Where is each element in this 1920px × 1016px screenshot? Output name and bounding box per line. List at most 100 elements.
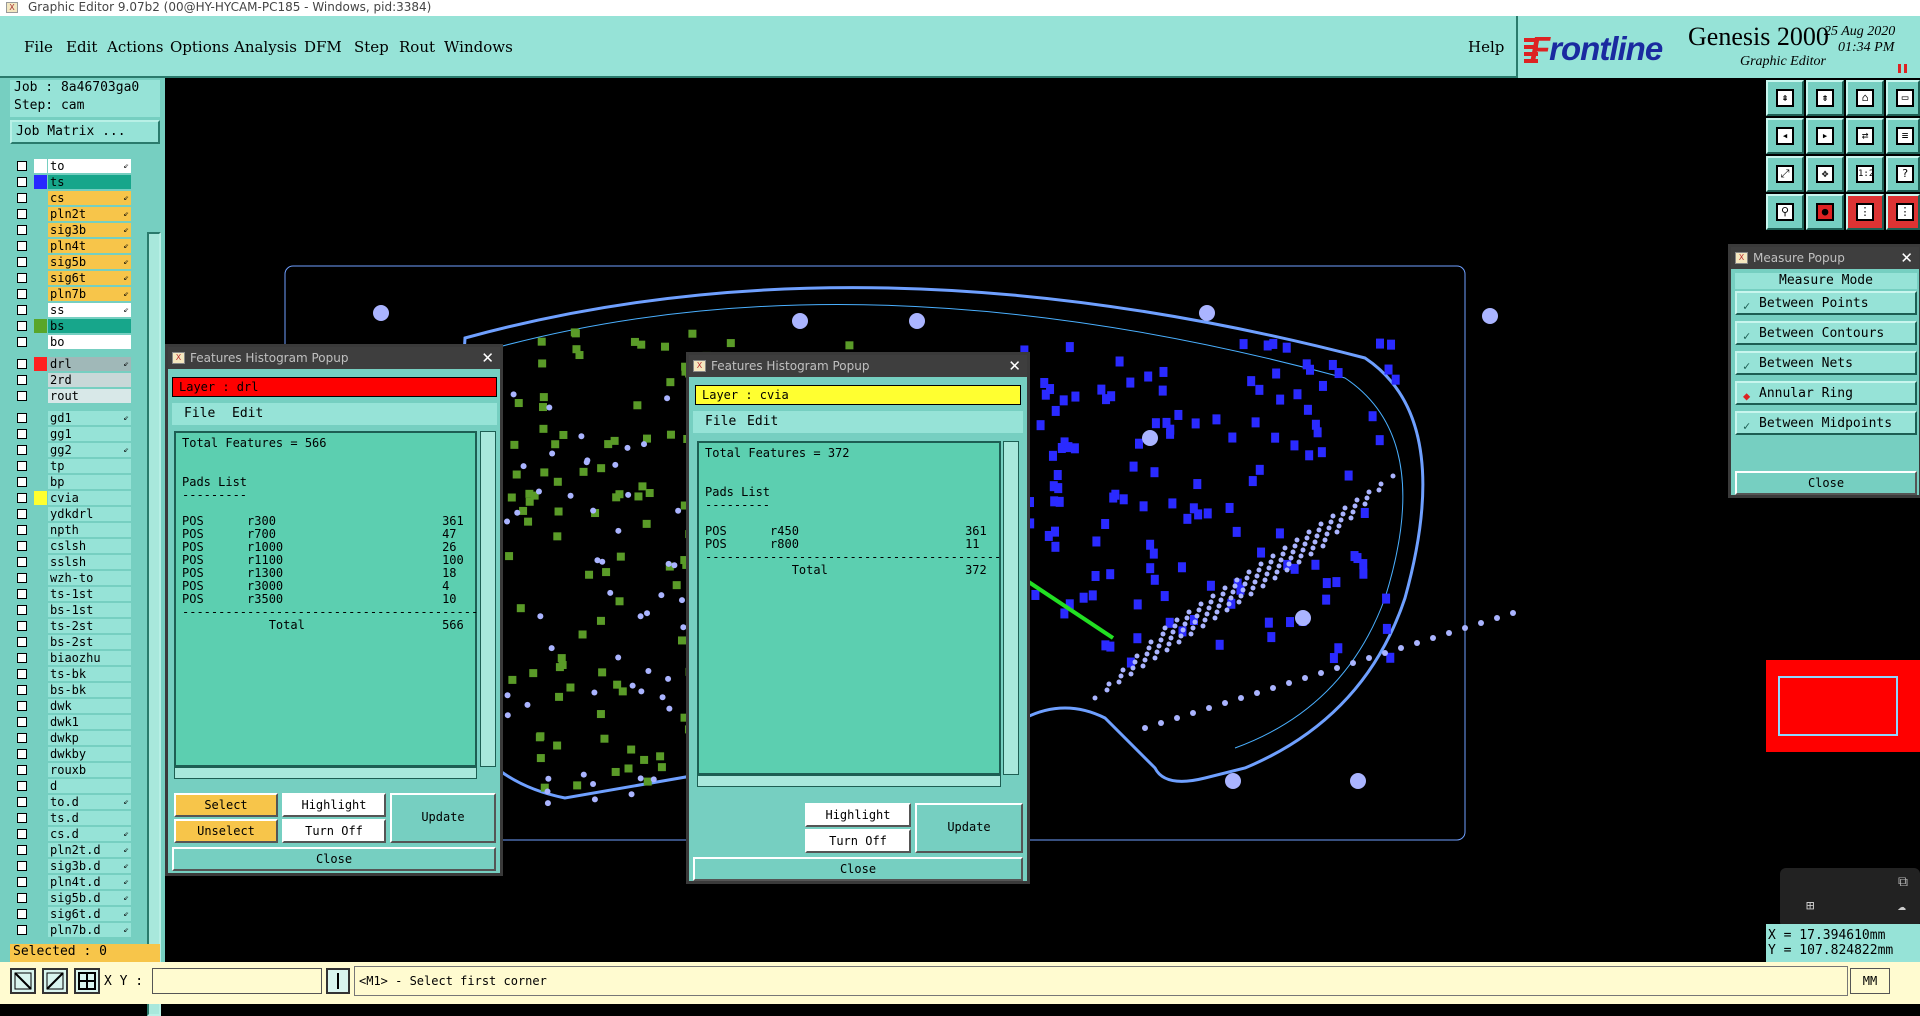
layer-checkbox[interactable] (17, 375, 27, 385)
tool-list-button[interactable]: ≡ (1886, 118, 1920, 154)
layer-color-swatch[interactable] (34, 587, 47, 601)
layer-color-swatch[interactable] (34, 475, 47, 489)
layer-row[interactable]: bs-1st (10, 602, 145, 618)
measure-mode-option[interactable]: ✓ Between Midpoints (1735, 411, 1917, 435)
layer-row[interactable]: biaozhu (10, 650, 145, 666)
layer-row[interactable]: bo (10, 334, 145, 350)
layer-color-swatch[interactable] (34, 891, 47, 905)
layer-row[interactable]: d (10, 778, 145, 794)
layer-row[interactable]: tp (10, 458, 145, 474)
popup-titlebar[interactable]: X Features Histogram Popup ✕ (689, 355, 1027, 377)
turn-off-button[interactable]: Turn Off (282, 819, 386, 843)
text-hscroll[interactable] (697, 775, 1001, 787)
layer-color-swatch[interactable] (34, 523, 47, 537)
layer-row[interactable]: dwk1 (10, 714, 145, 730)
select-button[interactable]: Select (174, 793, 278, 817)
layer-checkbox[interactable] (17, 525, 27, 535)
layer-checkbox[interactable] (17, 637, 27, 647)
popup-titlebar[interactable]: X Features Histogram Popup ✕ (168, 347, 500, 369)
layer-name[interactable]: ts-bk (48, 667, 131, 681)
layer-row[interactable]: pln2t ⇙ (10, 206, 145, 222)
layer-checkbox[interactable] (17, 877, 27, 887)
popup-titlebar[interactable]: X Measure Popup ✕ (1731, 247, 1919, 269)
layer-row[interactable]: bp (10, 474, 145, 490)
layer-name[interactable]: ydkdrl (48, 507, 131, 521)
layer-checkbox[interactable] (17, 445, 27, 455)
layer-row[interactable]: sig6t ⇙ (10, 270, 145, 286)
layer-color-swatch[interactable] (34, 907, 47, 921)
layer-name[interactable]: dwk (48, 699, 131, 713)
tool-swap-button[interactable]: ⇄ (1846, 118, 1884, 154)
layer-checkbox[interactable] (17, 509, 27, 519)
menu-actions[interactable]: Actions (107, 38, 163, 56)
layer-name[interactable]: tp (48, 459, 131, 473)
layer-checkbox[interactable] (17, 541, 27, 551)
menu-file[interactable]: File (24, 38, 53, 56)
layer-row[interactable]: bs-2st (10, 634, 145, 650)
tool-measure-button[interactable]: ⚲ (1766, 194, 1804, 230)
layer-name[interactable]: sig6t ⇙ (48, 271, 131, 285)
tool-zoom-fit-button[interactable]: ⤢ (1766, 156, 1804, 192)
layer-color-swatch[interactable] (34, 619, 47, 633)
highlight-button[interactable]: Highlight (282, 793, 386, 817)
layer-name[interactable]: bs-1st (48, 603, 131, 617)
layer-checkbox[interactable] (17, 685, 27, 695)
layer-checkbox[interactable] (17, 893, 27, 903)
snapshot-icon[interactable]: ⧉ (1898, 874, 1908, 890)
layer-row[interactable]: cs ⇙ (10, 190, 145, 206)
layer-name[interactable]: cs.d ⇙ (48, 827, 131, 841)
layer-row[interactable]: sslsh (10, 554, 145, 570)
tool-help-button[interactable]: ? (1886, 156, 1920, 192)
layer-row[interactable]: sig6t.d ⇙ (10, 906, 145, 922)
measure-mode-option[interactable]: ✓ Between Contours (1735, 321, 1917, 345)
layer-checkbox[interactable] (17, 429, 27, 439)
layer-checkbox[interactable] (17, 477, 27, 487)
layer-row[interactable]: pln7b ⇙ (10, 286, 145, 302)
layer-color-swatch[interactable] (34, 747, 47, 761)
layer-checkbox[interactable] (17, 273, 27, 283)
layer-name[interactable]: cslsh (48, 539, 131, 553)
text-vscroll[interactable] (1003, 441, 1019, 775)
measure-close-button[interactable]: Close (1735, 471, 1917, 495)
overview-viewport[interactable] (1778, 676, 1898, 736)
layer-row[interactable]: ydkdrl (10, 506, 145, 522)
layer-name[interactable]: gd1 ⇙ (48, 411, 131, 425)
layer-row[interactable]: ss ⇙ (10, 302, 145, 318)
unselect-button[interactable]: Unselect (174, 819, 278, 843)
layer-color-swatch[interactable] (34, 827, 47, 841)
close-button[interactable]: Close (693, 857, 1023, 881)
measure-mode-option[interactable]: ✓ Between Nets (1735, 351, 1917, 375)
layer-name[interactable]: sig3b ⇙ (48, 223, 131, 237)
layer-checkbox[interactable] (17, 193, 27, 203)
layer-checkbox[interactable] (17, 669, 27, 679)
layer-row[interactable]: to.d ⇙ (10, 794, 145, 810)
layer-color-swatch[interactable] (34, 443, 47, 457)
menu-options[interactable]: Options (170, 38, 229, 56)
layer-row[interactable]: cs.d ⇙ (10, 826, 145, 842)
layer-row[interactable]: ts-2st (10, 618, 145, 634)
tool-net2-button[interactable]: ⋮ (1886, 194, 1920, 230)
layer-checkbox[interactable] (17, 701, 27, 711)
tool-net-button[interactable]: ⋮ (1846, 194, 1884, 230)
layer-color-swatch[interactable] (34, 763, 47, 777)
menu-windows[interactable]: Windows (444, 38, 513, 56)
layer-checkbox[interactable] (17, 241, 27, 251)
layer-row[interactable]: 2rd (10, 372, 145, 388)
layer-row[interactable]: cslsh (10, 538, 145, 554)
popup-menu-file[interactable]: File (184, 403, 215, 425)
layer-color-swatch[interactable] (34, 335, 47, 349)
layer-color-swatch[interactable] (34, 303, 47, 317)
layer-color-swatch[interactable] (34, 539, 47, 553)
layer-color-swatch[interactable] (34, 795, 47, 809)
layer-checkbox[interactable] (17, 337, 27, 347)
layer-color-swatch[interactable] (34, 923, 47, 937)
layer-color-swatch[interactable] (34, 223, 47, 237)
measure-mode-option[interactable]: ◆ Annular Ring (1735, 381, 1917, 405)
menu-analysis[interactable]: Analysis (234, 38, 297, 56)
layer-row[interactable]: rout (10, 388, 145, 404)
popup-menu-edit[interactable]: Edit (232, 403, 263, 425)
layer-name[interactable]: ts (48, 175, 131, 189)
layer-row[interactable]: ts.d (10, 810, 145, 826)
overview-panel[interactable] (1766, 660, 1920, 752)
layer-row[interactable]: gd1 ⇙ (10, 410, 145, 426)
